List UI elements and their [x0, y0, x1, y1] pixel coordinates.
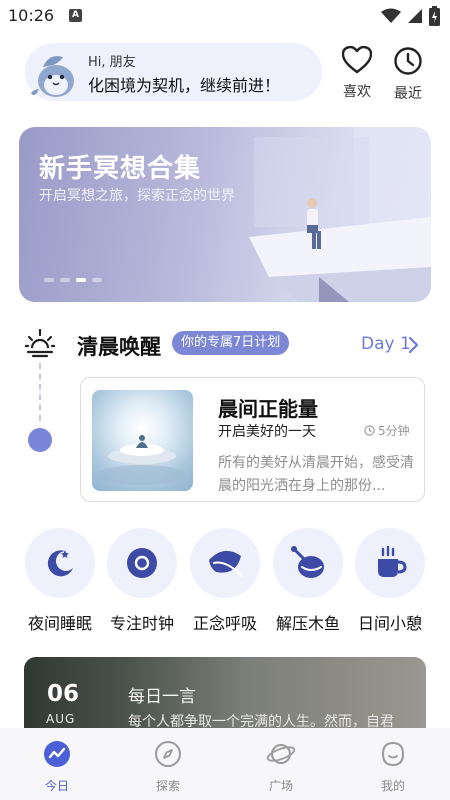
heart-icon	[341, 45, 373, 74]
compass-icon	[155, 741, 181, 767]
meditation-banner[interactable]: 新手冥想合集 开启冥想之旅，探索正念的世界	[19, 127, 431, 302]
today-chart-icon	[44, 741, 70, 767]
leaf-icon	[209, 550, 243, 577]
thumbnail-illustration	[97, 435, 187, 485]
notification-a-icon: A	[69, 9, 82, 22]
signal-icon	[408, 9, 422, 23]
nav-profile[interactable]: 我的	[363, 740, 423, 794]
plan-badge[interactable]: 你的专属7日计划	[172, 331, 290, 355]
category-label: 专注时钟	[109, 614, 174, 633]
sunrise-icon	[25, 328, 55, 358]
nav-label: 我的	[380, 779, 405, 793]
banner-subtitle: 开启冥想之旅，探索正念的世界	[39, 188, 235, 204]
nav-explore[interactable]: 探索	[138, 740, 198, 794]
category-icon-bg	[25, 528, 95, 598]
quote-heading: 每日一言	[128, 687, 196, 707]
wifi-icon	[381, 8, 401, 23]
greeting-card: Hi, 朋友 化困境为契机，继续前进！	[25, 43, 322, 101]
category-night-sleep[interactable]: 夜间睡眠	[21, 528, 99, 634]
nav-label: 广场	[268, 779, 293, 793]
greeting-motto: 化困境为契机，继续前进！	[88, 76, 281, 95]
favorites-label: 喜欢	[343, 84, 371, 100]
dolphin-mascot-icon	[31, 56, 74, 97]
category-label: 日间小憩	[357, 614, 422, 633]
timeline-line	[39, 363, 41, 421]
category-label: 夜间睡眠	[27, 614, 92, 633]
recent-button[interactable]: 最近	[390, 46, 426, 103]
section-title: 清晨唤醒	[77, 335, 161, 359]
wooden-fish-icon	[291, 546, 324, 578]
quote-month: AUG	[46, 712, 76, 726]
session-description: 所有的美好从清晨开始，感受清晨的阳光洒在身上的那份...	[218, 455, 414, 494]
focus-target-icon	[127, 548, 157, 578]
category-mindful-breathing[interactable]: 正念呼吸	[186, 528, 264, 634]
session-title: 晨间正能量	[218, 397, 318, 421]
duration-text: 5分钟	[378, 424, 410, 438]
status-bar: 10:26 A	[0, 0, 450, 32]
nav-label: 探索	[155, 779, 180, 793]
nav-label: 今日	[44, 779, 69, 793]
category-wooden-fish[interactable]: 解压木鱼	[269, 528, 347, 634]
category-daytime-nap[interactable]: 日间小憩	[351, 528, 429, 634]
category-icon-bg	[190, 528, 260, 598]
category-icon-bg	[107, 528, 177, 598]
session-subtitle: 开启美好的一天	[218, 424, 316, 440]
category-icon-bg	[355, 528, 425, 598]
bottom-nav: 今日 探索 广场 我的	[0, 728, 450, 800]
clock-icon	[394, 47, 422, 75]
profile-face-icon	[381, 741, 405, 767]
carousel-indicator	[44, 278, 102, 282]
category-icon-bg	[273, 528, 343, 598]
coffee-cup-icon	[378, 545, 407, 577]
day-selector[interactable]: Day 1	[361, 334, 411, 354]
category-focus-timer[interactable]: 专注时钟	[103, 528, 181, 634]
status-time: 10:26	[8, 6, 55, 25]
session-card[interactable]: 晨间正能量 开启美好的一天 5分钟 所有的美好从清晨开始，感受清晨的阳光洒在身上…	[80, 377, 425, 502]
greeting-hello: Hi, 朋友	[88, 55, 136, 70]
chevron-right-icon[interactable]	[407, 335, 421, 355]
favorites-button[interactable]: 喜欢	[339, 45, 375, 101]
battery-icon	[429, 6, 440, 26]
recent-label: 最近	[394, 86, 422, 102]
moon-star-icon	[47, 550, 73, 577]
duration-clock-icon	[364, 425, 375, 436]
banner-title: 新手冥想合集	[39, 154, 202, 184]
session-duration: 5分钟	[364, 422, 410, 439]
session-thumbnail	[92, 390, 193, 491]
carousel-dot[interactable]	[60, 278, 70, 282]
category-label: 解压木鱼	[275, 614, 340, 633]
carousel-dot[interactable]	[76, 278, 86, 282]
carousel-dot[interactable]	[92, 278, 102, 282]
category-label: 正念呼吸	[192, 614, 257, 633]
timeline-marker	[28, 428, 52, 452]
quote-day: 06	[47, 681, 80, 707]
carousel-dot[interactable]	[44, 278, 54, 282]
nav-square[interactable]: 广场	[251, 740, 311, 794]
planet-icon	[266, 744, 296, 764]
system-icons	[381, 6, 440, 26]
nav-today[interactable]: 今日	[27, 740, 87, 794]
